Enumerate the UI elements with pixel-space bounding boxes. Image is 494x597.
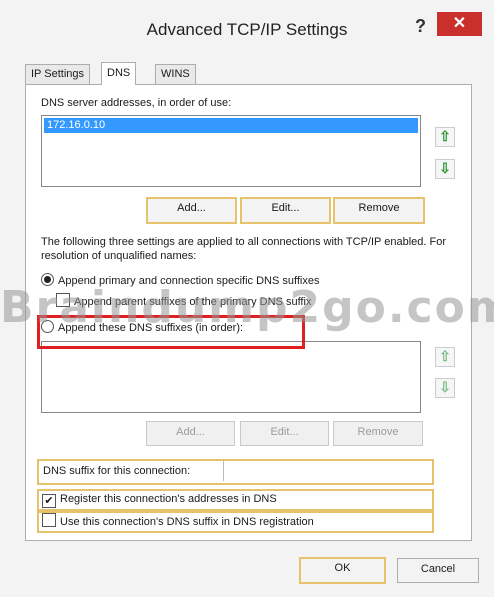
ok-button[interactable]: OK — [299, 557, 386, 584]
close-button[interactable]: ✕ — [437, 12, 482, 36]
register-checkbox[interactable]: ✔ — [42, 494, 56, 508]
dns-servers-list[interactable]: 172.16.0.10 — [41, 115, 421, 187]
radio-selected-icon — [41, 273, 54, 286]
dns-suffixes-list[interactable] — [41, 341, 421, 413]
advanced-tcpip-dialog: Advanced TCP/IP Settings ? ✕ IP Settings… — [0, 0, 494, 597]
move-down-icon[interactable]: ⇩ — [435, 159, 455, 179]
settings-note: The following three settings are applied… — [41, 236, 446, 262]
register-checkbox-label: Register this connection's addresses in … — [60, 493, 277, 505]
register-checkbox-row[interactable]: ✔ Register this connection's addresses in… — [37, 489, 434, 511]
dns-servers-label: DNS server addresses, in order of use: — [41, 97, 232, 109]
title-bar: Advanced TCP/IP Settings ? ✕ — [0, 0, 494, 52]
suffix-move-up-icon[interactable]: ⇧ — [435, 347, 455, 367]
suffix-move-down-icon[interactable]: ⇩ — [435, 378, 455, 398]
dns-tab-panel: DNS server addresses, in order of use: 1… — [25, 84, 472, 541]
radio-parent-label: Append parent suffixes of the primary DN… — [74, 296, 312, 308]
radio-parent-suffixes[interactable]: Append parent suffixes of the primary DN… — [41, 293, 311, 309]
connection-suffix-input[interactable] — [223, 461, 431, 481]
dns-add-button[interactable]: Add... — [146, 197, 237, 224]
dns-edit-button[interactable]: Edit... — [240, 197, 331, 224]
dns-server-row[interactable]: 172.16.0.10 — [44, 118, 418, 133]
tab-wins[interactable]: WINS — [155, 64, 196, 84]
move-up-icon[interactable]: ⇧ — [435, 127, 455, 147]
radio-primary-suffixes[interactable]: Append primary and connection specific D… — [41, 273, 320, 289]
tab-dns[interactable]: DNS — [101, 62, 137, 85]
connection-suffix-label: DNS suffix for this connection: — [43, 465, 191, 477]
dns-remove-button[interactable]: Remove — [333, 197, 425, 224]
help-button[interactable]: ? — [415, 16, 426, 37]
use-suffix-checkbox-label: Use this connection's DNS suffix in DNS … — [60, 516, 314, 528]
highlight-box — [37, 315, 305, 349]
suffix-edit-button[interactable]: Edit... — [240, 421, 329, 446]
radio-primary-label: Append primary and connection specific D… — [58, 275, 320, 287]
suffix-remove-button[interactable]: Remove — [333, 421, 423, 446]
tab-ip-settings[interactable]: IP Settings — [25, 64, 90, 84]
suffix-add-button[interactable]: Add... — [146, 421, 235, 446]
use-suffix-checkbox-row[interactable]: Use this connection's DNS suffix in DNS … — [37, 511, 434, 533]
cancel-button[interactable]: Cancel — [397, 558, 479, 583]
connection-suffix-row: DNS suffix for this connection: — [37, 459, 434, 485]
parent-suffix-checkbox[interactable] — [56, 293, 70, 307]
use-suffix-checkbox[interactable] — [42, 513, 56, 527]
